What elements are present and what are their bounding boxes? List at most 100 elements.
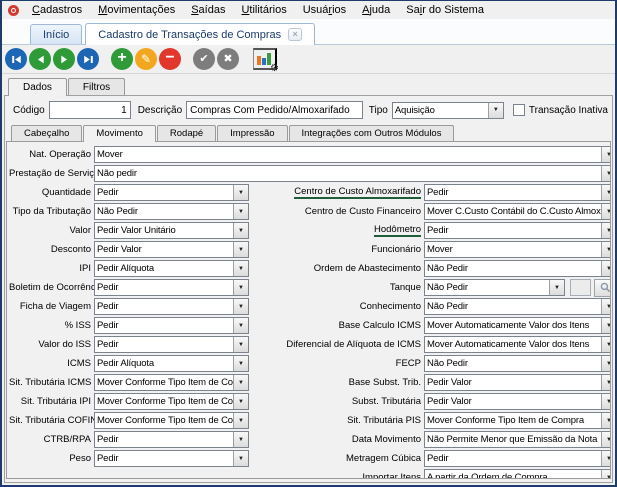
chevron-down-icon[interactable]: ▼	[601, 394, 611, 409]
chevron-down-icon[interactable]: ▼	[601, 223, 611, 238]
add-record-button[interactable]: +	[111, 48, 133, 70]
chevron-down-icon[interactable]: ▼	[233, 299, 248, 314]
chevron-down-icon[interactable]: ▼	[233, 261, 248, 276]
menu-item-ajuda[interactable]: Ajuda	[354, 3, 398, 17]
conhecimento-select[interactable]: Não Pedir▼	[424, 298, 611, 315]
chevron-down-icon[interactable]: ▼	[233, 280, 248, 295]
menu-item-usuarios[interactable]: Usuários	[295, 3, 354, 17]
funcionario-select[interactable]: Mover▼	[424, 241, 611, 258]
tab-integracoes-com-outros-modulos[interactable]: Integrações com Outros Módulos	[289, 125, 455, 141]
cancel-button[interactable]: ✖	[217, 48, 239, 70]
chevron-down-icon[interactable]: ▼	[233, 223, 248, 238]
chevron-down-icon[interactable]: ▼	[601, 318, 611, 333]
last-record-button[interactable]	[77, 48, 99, 70]
chevron-down-icon[interactable]: ▼	[601, 185, 611, 200]
chevron-down-icon[interactable]: ▼	[233, 451, 248, 466]
tipo-select[interactable]: Aquisição ▼	[392, 102, 504, 119]
chevron-down-icon[interactable]: ▼	[549, 280, 564, 295]
valor-do-iss-select[interactable]: Pedir▼	[94, 336, 249, 353]
diferencial-de-aliquota-de-icms-select[interactable]: Mover Automaticamente Valor dos Itens▼	[424, 336, 611, 353]
fecp-select[interactable]: Não Pedir▼	[424, 355, 611, 372]
chevron-down-icon[interactable]: ▼	[601, 413, 611, 428]
menu-item-utilitarios[interactable]: Utilitários	[233, 3, 294, 17]
chevron-down-icon[interactable]: ▼	[601, 204, 611, 219]
delete-record-button[interactable]: −	[159, 48, 181, 70]
chevron-down-icon[interactable]: ▼	[601, 356, 611, 371]
chevron-down-icon[interactable]: ▼	[601, 242, 611, 257]
sit-tributaria-ipi-select[interactable]: Mover Conforme Tipo Item de Compra▼	[94, 393, 249, 410]
chevron-down-icon[interactable]: ▼	[601, 337, 611, 352]
edit-record-button[interactable]: ✎	[135, 48, 157, 70]
tab-cabecalho[interactable]: Cabeçalho	[11, 125, 82, 141]
centro-de-custo-financeiro-select[interactable]: Mover C.Custo Contábil do C.Custo Almox▼	[424, 203, 611, 220]
transacao-inativa-checkbox[interactable]	[513, 104, 525, 116]
tab-filtros[interactable]: Filtros	[68, 78, 125, 95]
ipi-select[interactable]: Pedir Alíquota▼	[94, 260, 249, 277]
next-record-button[interactable]	[53, 48, 75, 70]
tab-movimento[interactable]: Movimento	[83, 125, 155, 142]
quantidade-select[interactable]: Pedir▼	[94, 184, 249, 201]
icms-select[interactable]: Pedir Alíquota▼	[94, 355, 249, 372]
data-movimento-select[interactable]: Não Permite Menor que Emissão da Nota▼	[424, 431, 611, 448]
menu-item-cadastros[interactable]: Cadastros	[24, 3, 90, 17]
peso-select[interactable]: Pedir▼	[94, 450, 249, 467]
tab-rodape[interactable]: Rodapé	[157, 125, 216, 141]
tipo-da-tributacao-select[interactable]: Não Pedir▼	[94, 203, 249, 220]
chevron-down-icon[interactable]: ▼	[601, 451, 611, 466]
chevron-down-icon[interactable]: ▼	[601, 375, 611, 390]
confirm-button[interactable]: ✔	[193, 48, 215, 70]
descricao-input[interactable]	[186, 101, 363, 119]
chevron-down-icon[interactable]: ▼	[233, 432, 248, 447]
ficha-de-viagem-select[interactable]: Pedir▼	[94, 298, 249, 315]
sit-tributaria-icms-select[interactable]: Mover Conforme Tipo Item de Compra▼	[94, 374, 249, 391]
previous-record-button[interactable]	[29, 48, 51, 70]
chevron-down-icon[interactable]: ▼	[233, 337, 248, 352]
sit-tributaria-cofins-select[interactable]: Mover Conforme Tipo Item de Compra▼	[94, 412, 249, 429]
chevron-down-icon[interactable]: ▼	[233, 356, 248, 371]
nat-operacao-select[interactable]: Mover▼	[94, 146, 611, 163]
menu-item-sair-do-sistema[interactable]: Sair do Sistema	[398, 3, 492, 17]
chevron-down-icon[interactable]: ▼	[488, 103, 503, 118]
chevron-down-icon[interactable]: ▼	[601, 470, 611, 479]
chevron-down-icon[interactable]: ▼	[233, 242, 248, 257]
boletim-de-ocorrencia-select[interactable]: Pedir▼	[94, 279, 249, 296]
chevron-down-icon[interactable]: ▼	[233, 318, 248, 333]
valor-select[interactable]: Pedir Valor Unitário▼	[94, 222, 249, 239]
chevron-down-icon[interactable]: ▼	[601, 261, 611, 276]
chevron-down-icon[interactable]: ▼	[233, 394, 248, 409]
menu-item-movimentacoes[interactable]: Movimentações	[90, 3, 183, 17]
ordem-de-abastecimento-select[interactable]: Não Pedir▼	[424, 260, 611, 277]
tanque-select[interactable]: Não Pedir▼	[424, 279, 565, 296]
metragem-cubica-select[interactable]: Pedir▼	[424, 450, 611, 467]
prestacao-de-servico-select[interactable]: Não pedir▼	[94, 165, 611, 182]
tab-dados[interactable]: Dados	[8, 78, 67, 96]
chevron-down-icon[interactable]: ▼	[233, 375, 248, 390]
iss-select[interactable]: Pedir▼	[94, 317, 249, 334]
chart-button[interactable]: ⚙	[253, 48, 277, 70]
tab-cadastro-de-transacoes-de-compras[interactable]: Cadastro de Transações de Compras×	[85, 23, 315, 45]
tab-inicio[interactable]: Início	[30, 24, 82, 44]
base-calculo-icms-select[interactable]: Mover Automaticamente Valor dos Itens▼	[424, 317, 611, 334]
sit-tributaria-pis-select[interactable]: Mover Conforme Tipo Item de Compra▼	[424, 412, 611, 429]
chevron-down-icon[interactable]: ▼	[233, 413, 248, 428]
chevron-down-icon[interactable]: ▼	[601, 166, 611, 181]
close-icon[interactable]: ×	[288, 28, 302, 41]
chevron-down-icon[interactable]: ▼	[233, 185, 248, 200]
base-subst-trib-select[interactable]: Pedir Valor▼	[424, 374, 611, 391]
form-row: DescontoPedir Valor▼FuncionárioMover▼	[9, 240, 610, 259]
codigo-input[interactable]	[49, 101, 131, 119]
ctrb-rpa-select[interactable]: Pedir▼	[94, 431, 249, 448]
tab-impressao[interactable]: Impressão	[217, 125, 287, 141]
chevron-down-icon[interactable]: ▼	[601, 299, 611, 314]
chevron-down-icon[interactable]: ▼	[601, 147, 611, 162]
desconto-select[interactable]: Pedir Valor▼	[94, 241, 249, 258]
chevron-down-icon[interactable]: ▼	[601, 432, 611, 447]
tanque-search-button[interactable]	[594, 279, 611, 297]
centro-de-custo-almoxarifado-select[interactable]: Pedir▼	[424, 184, 611, 201]
importar-itens-select[interactable]: A partir da Ordem de Compra▼	[424, 469, 611, 479]
subst-tributaria-select[interactable]: Pedir Valor▼	[424, 393, 611, 410]
hodometro-select[interactable]: Pedir▼	[424, 222, 611, 239]
chevron-down-icon[interactable]: ▼	[233, 204, 248, 219]
first-record-button[interactable]	[5, 48, 27, 70]
menu-item-saidas[interactable]: Saídas	[183, 3, 233, 17]
